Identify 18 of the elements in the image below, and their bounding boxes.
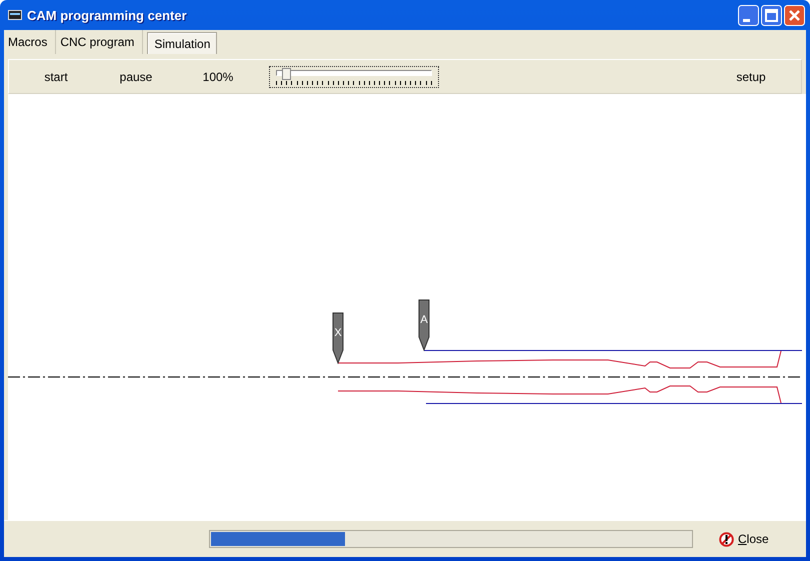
cutting-tool bbox=[418, 300, 430, 352]
cutting-tool bbox=[332, 312, 344, 364]
window-title: CAM programming center bbox=[27, 8, 188, 22]
close-button[interactable] bbox=[784, 4, 805, 26]
close-button[interactable]: Close bbox=[719, 532, 769, 546]
setup-button[interactable]: setup bbox=[721, 70, 781, 84]
minimize-button[interactable] bbox=[738, 4, 759, 26]
tool-label: A bbox=[420, 314, 428, 326]
app-icon bbox=[8, 10, 22, 20]
speed-label: 100% bbox=[202, 70, 234, 84]
start-button[interactable]: start bbox=[16, 70, 96, 84]
tab[interactable]: Simulation bbox=[147, 32, 218, 54]
tool-label: X bbox=[334, 327, 342, 339]
speed-slider[interactable] bbox=[269, 66, 439, 88]
stop-icon bbox=[719, 532, 734, 546]
slider-thumb[interactable] bbox=[282, 68, 292, 80]
maximize-button[interactable] bbox=[761, 4, 782, 26]
pause-button[interactable]: pause bbox=[96, 70, 176, 84]
